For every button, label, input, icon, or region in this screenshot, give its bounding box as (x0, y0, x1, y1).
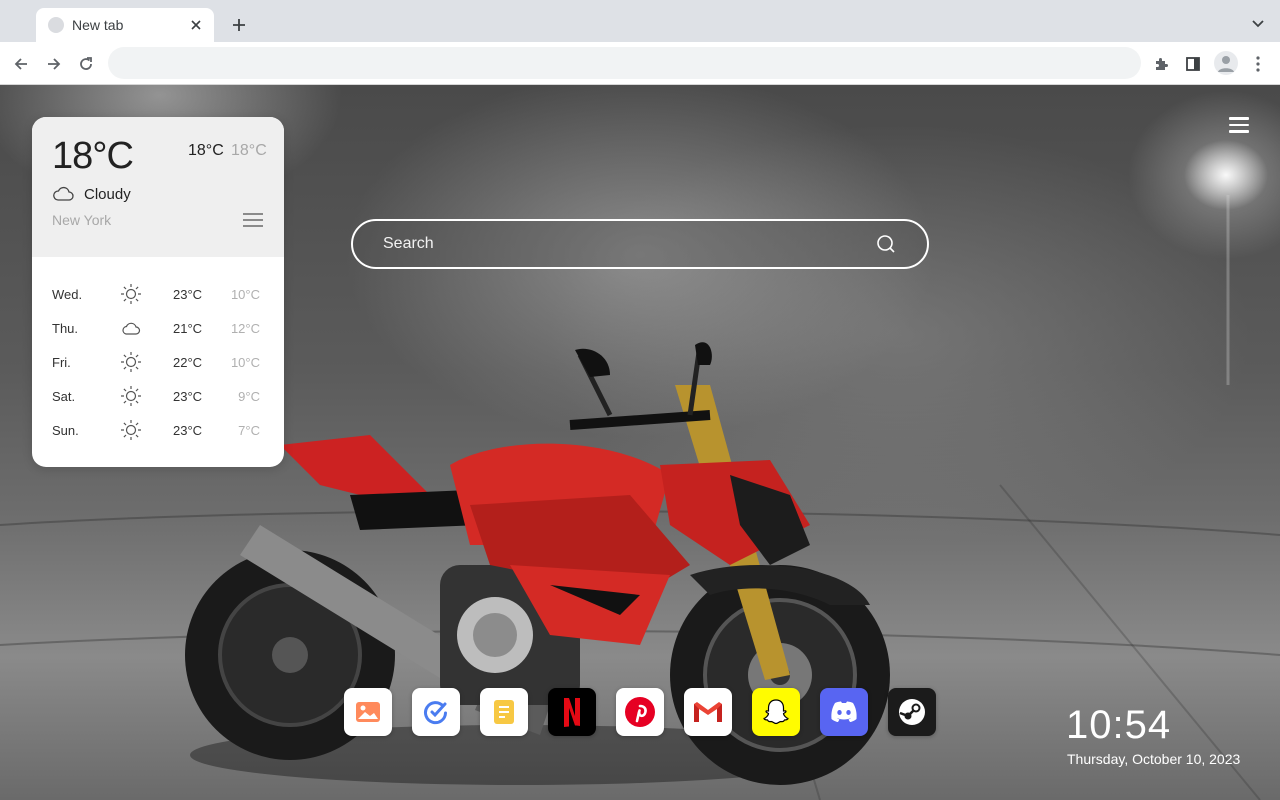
forecast-high: 23°C (173, 287, 203, 302)
tasks-app-button[interactable] (412, 688, 460, 736)
clock-date: Thursday, October 10, 2023 (1067, 751, 1241, 767)
forecast-low: 9°C (238, 389, 260, 404)
sun-icon (121, 352, 141, 372)
steam-app-button[interactable] (888, 688, 936, 736)
forecast-high: 23°C (173, 389, 203, 404)
forecast-day: Thu. (52, 321, 79, 336)
gmail-icon (694, 702, 722, 722)
gmail-app-button[interactable] (684, 688, 732, 736)
forecast-day: Sat. (52, 389, 76, 404)
avatar-icon (1218, 56, 1234, 72)
photos-icon (356, 702, 380, 722)
arrow-right-icon (48, 58, 61, 70)
hamburger-icon (243, 213, 263, 215)
arrow-left-icon (14, 58, 27, 70)
cloud-icon (53, 186, 74, 201)
current-temperature: 18°C (52, 135, 134, 177)
cloud-icon (122, 322, 141, 335)
search-input[interactable] (383, 235, 875, 253)
toolbar (0, 42, 1280, 85)
forecast-low: 7°C (238, 423, 260, 438)
forecast-row: Thu. 21°C 12°C (32, 311, 284, 345)
forecast-row: Wed. 23°C 10°C (32, 277, 284, 311)
tab-search-button[interactable] (1248, 14, 1268, 34)
kebab-menu-icon (1256, 56, 1260, 72)
discord-icon (831, 701, 857, 722)
forecast-high: 21°C (173, 321, 203, 336)
netflix-app-button[interactable] (548, 688, 596, 736)
forecast-row: Sat. 23°C 9°C (32, 379, 284, 413)
sun-icon (121, 386, 141, 406)
reload-icon (80, 57, 92, 70)
search-icon (877, 235, 895, 253)
discord-app-button[interactable] (820, 688, 868, 736)
close-icon[interactable] (188, 17, 204, 33)
forecast-day: Wed. (52, 287, 83, 302)
weather-city: New York (52, 212, 112, 228)
forecast-day: Fri. (52, 355, 71, 370)
forecast-low: 10°C (230, 355, 260, 370)
sun-icon (121, 284, 141, 304)
weather-menu-button[interactable] (243, 213, 263, 229)
photos-app-button[interactable] (344, 688, 392, 736)
weather-current: 18°C 18°C 18°C Cloudy New York (32, 117, 284, 257)
search-button[interactable] (875, 233, 897, 255)
steam-icon (899, 699, 925, 725)
profile-avatar[interactable] (1214, 51, 1238, 75)
back-button[interactable] (8, 51, 34, 77)
weather-forecast: Wed. 23°C 10°C Thu. 21°C 12°C Fri. 22°C … (32, 277, 284, 447)
tab-title: New tab (72, 17, 124, 33)
search-box (351, 219, 929, 269)
snapchat-app-button[interactable] (752, 688, 800, 736)
notes-icon (494, 700, 514, 724)
snapchat-ghost-icon (763, 699, 789, 725)
forecast-row: Sun. 23°C 7°C (32, 413, 284, 447)
forecast-low: 10°C (230, 287, 260, 302)
favicon-icon (48, 17, 64, 33)
chrome-menu-button[interactable] (1245, 51, 1271, 77)
tab-strip: New tab (0, 0, 1280, 42)
reload-button[interactable] (73, 51, 99, 77)
page-menu-button[interactable] (1229, 117, 1249, 133)
task-check-icon (424, 701, 447, 725)
new-tab-button[interactable] (228, 14, 250, 36)
weather-widget: 18°C 18°C 18°C Cloudy New York Wed. 23°C… (32, 117, 284, 467)
forecast-high: 23°C (173, 423, 203, 438)
hamburger-icon (1229, 117, 1249, 120)
pinterest-app-button[interactable] (616, 688, 664, 736)
side-panel-icon (1186, 57, 1200, 71)
forecast-day: Sun. (52, 423, 79, 438)
sun-icon (121, 420, 141, 440)
notes-app-button[interactable] (480, 688, 528, 736)
forward-button[interactable] (41, 51, 67, 77)
weather-condition: Cloudy (84, 186, 131, 203)
today-high: 18°C (188, 142, 224, 159)
chevron-down-icon (1252, 20, 1264, 28)
app-dock (344, 688, 936, 736)
forecast-row: Fri. 22°C 10°C (32, 345, 284, 379)
pinterest-icon (625, 697, 655, 727)
today-low: 18°C (231, 142, 267, 159)
netflix-icon (564, 698, 580, 727)
puzzle-icon (1156, 58, 1168, 70)
forecast-low: 12°C (230, 321, 260, 336)
address-bar[interactable] (108, 47, 1141, 79)
plus-icon (233, 19, 245, 31)
tab-new-tab[interactable]: New tab (36, 8, 214, 42)
forecast-high: 22°C (173, 355, 203, 370)
side-panel-button[interactable] (1180, 51, 1206, 77)
clock-time: 10:54 (1066, 703, 1172, 747)
extensions-button[interactable] (1148, 51, 1174, 77)
